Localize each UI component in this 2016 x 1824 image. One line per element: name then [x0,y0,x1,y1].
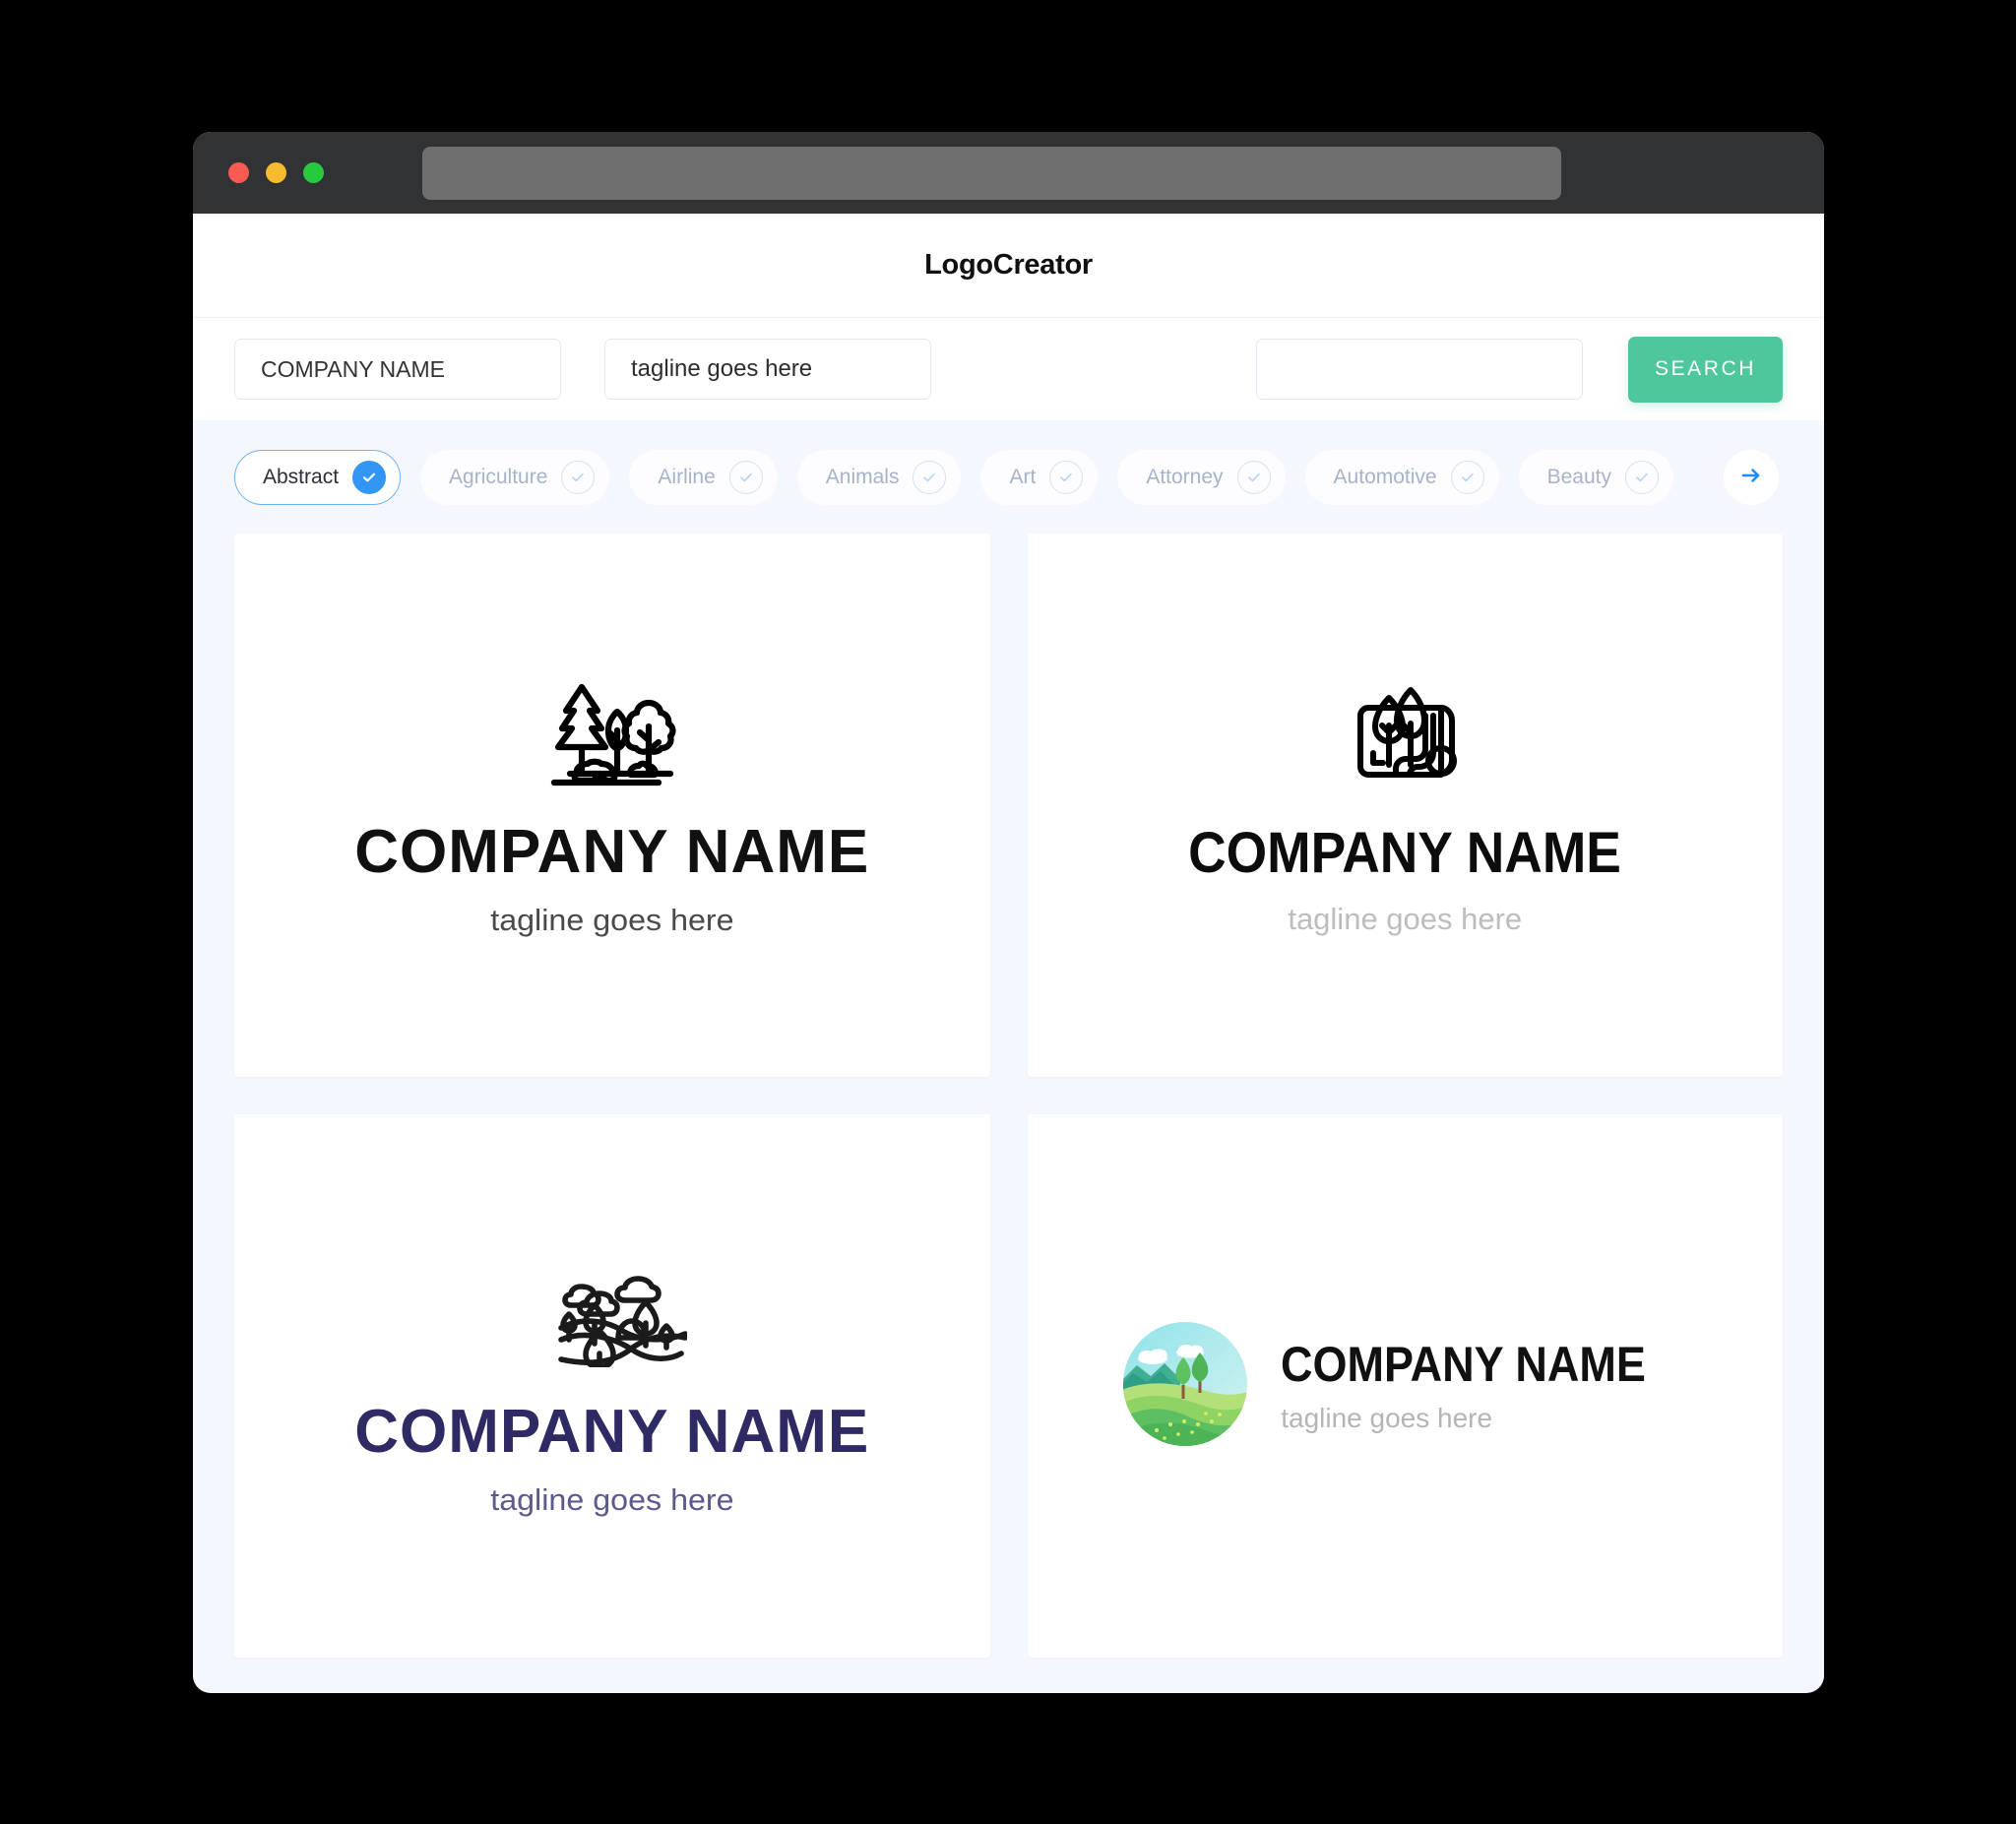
category-chip-label: Automotive [1333,465,1437,488]
search-toolbar: SEARCH [193,317,1824,420]
logo-tagline: tagline goes here [490,1482,734,1517]
minimize-window-button[interactable] [266,162,286,183]
logo-preview: COMPANY NAME tagline goes here [354,1257,869,1515]
category-chip-airline[interactable]: Airline [629,449,778,505]
arrow-right-icon [1738,463,1764,491]
logo-company-name: COMPANY NAME [354,1398,870,1466]
category-chip-label: Airline [658,465,716,488]
search-button[interactable]: SEARCH [1628,336,1783,403]
keyword-input[interactable] [1256,339,1583,400]
check-icon [352,460,387,494]
logo-company-name: COMPANY NAME [1281,1337,1647,1392]
category-chip-agriculture[interactable]: Agriculture [420,449,610,505]
logo-result-card[interactable]: COMPANY NAME tagline goes here [234,1114,990,1658]
rolling-hills-clouds-icon [537,1257,688,1372]
logo-company-name: COMPANY NAME [354,818,870,886]
check-icon [913,460,947,494]
logo-preview: COMPANY NAME tagline goes here [1169,676,1640,934]
app-header: LogoCreator [193,214,1824,317]
tagline-input[interactable] [604,339,931,400]
screenshot-stage: LogoCreator SEARCH Abstract Agriculture [0,0,2016,1824]
category-chip-automotive[interactable]: Automotive [1304,449,1499,505]
logo-result-card[interactable]: COMPANY NAME tagline goes here [1027,1114,1783,1658]
logo-text-block: COMPANY NAME tagline goes here [1281,1340,1686,1432]
logo-text-block: COMPANY NAME tagline goes here [354,796,870,937]
app-title: LogoCreator [924,249,1093,281]
category-chip-beauty[interactable]: Beauty [1518,449,1673,505]
circular-landscape-badge-icon [1123,1321,1248,1451]
category-chip-label: Agriculture [449,465,548,488]
logo-tagline: tagline goes here [1281,1403,1493,1433]
browser-titlebar [193,132,1824,214]
category-chip-label: Animals [825,465,900,488]
category-chip-animals[interactable]: Animals [796,449,962,505]
logo-company-name: COMPANY NAME [1188,821,1622,885]
logo-preview: COMPANY NAME tagline goes here [1123,1321,1686,1451]
category-chip-label: Attorney [1146,465,1224,488]
logo-result-card[interactable]: COMPANY NAME tagline goes here [234,534,990,1077]
forest-trees-icon [538,675,686,796]
logo-results-grid: COMPANY NAME tagline goes here COMPANY N… [193,534,1824,1687]
browser-url-bar[interactable] [422,146,1561,200]
category-chip-attorney[interactable]: Attorney [1117,449,1286,505]
check-icon [1236,460,1271,494]
logo-preview: COMPANY NAME tagline goes here [354,675,869,935]
category-chip-art[interactable]: Art [980,449,1099,505]
logo-result-card[interactable]: COMPANY NAME tagline goes here [1027,534,1783,1077]
category-chip-label: Abstract [263,465,340,488]
close-window-button[interactable] [228,162,249,183]
check-icon [1049,460,1084,494]
check-icon [1450,460,1484,494]
check-icon [561,460,596,494]
browser-window: LogoCreator SEARCH Abstract Agriculture [193,132,1824,1693]
traffic-lights [228,162,324,183]
category-filter-bar: Abstract Agriculture Airline Animals Art… [193,420,1824,534]
categories-next-button[interactable] [1724,449,1779,505]
maximize-window-button[interactable] [303,162,324,183]
category-chip-label: Beauty [1546,465,1611,488]
check-icon [728,460,763,494]
check-icon [1625,460,1659,494]
category-chip-label: Art [1009,465,1037,488]
logo-text-block: COMPANY NAME tagline goes here [1169,799,1640,936]
category-chip-abstract[interactable]: Abstract [234,449,402,505]
logo-tagline: tagline goes here [1288,902,1523,936]
landscape-plan-scroll-icon [1343,676,1467,799]
logo-text-block: COMPANY NAME tagline goes here [354,1372,870,1517]
company-name-input[interactable] [234,339,561,400]
logo-tagline: tagline goes here [490,903,734,937]
